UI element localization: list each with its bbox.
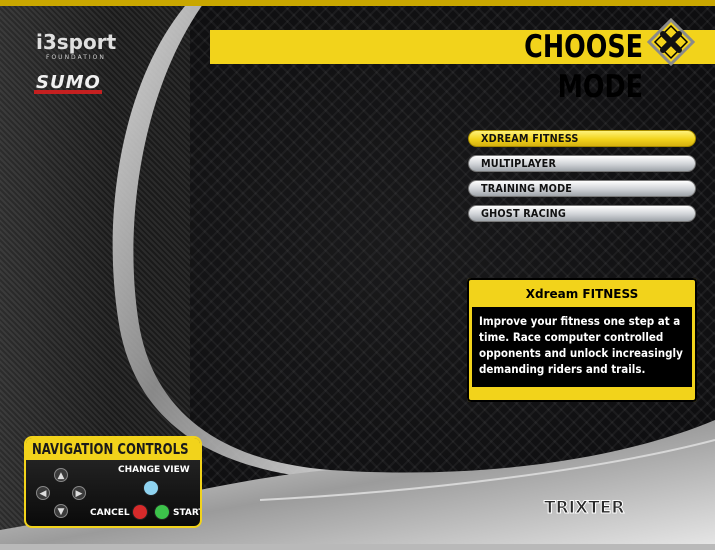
x-diamond-icon: [647, 18, 695, 66]
trixter-logo: TRIXTER: [544, 498, 625, 519]
arrow-up-icon[interactable]: ▲: [54, 468, 68, 482]
trixter-logo-text: TRIXTER: [544, 498, 624, 518]
i3sport-logo-sub: FOUNDATION: [46, 54, 106, 61]
menu-item-ghost-racing[interactable]: GHOST RACING: [468, 205, 696, 222]
navigation-controls-title: NAVIGATION CONTROLS: [26, 438, 200, 460]
arrow-down-icon[interactable]: ▼: [54, 504, 68, 518]
page-title: CHOOSE MODE: [524, 29, 643, 105]
arrow-right-icon[interactable]: ▶: [72, 486, 86, 500]
menu-item-training-mode[interactable]: TRAINING MODE: [468, 180, 696, 197]
navigation-controls-title-text: NAVIGATION CONTROLS: [32, 440, 189, 458]
mode-menu: XDREAM FITNESS MULTIPLAYER TRAINING MODE…: [468, 130, 696, 230]
start-label: START: [173, 508, 202, 518]
i3sport-logo: i3sport: [36, 30, 117, 54]
cancel-button[interactable]: [132, 504, 148, 520]
menu-item-xdream-fitness[interactable]: XDREAM FITNESS: [468, 130, 696, 147]
arrow-left-icon[interactable]: ◀: [36, 486, 50, 500]
mode-description-panel: Xdream FITNESS Improve your fitness one …: [467, 278, 697, 402]
cancel-label: CANCEL: [90, 508, 130, 518]
start-button[interactable]: [154, 504, 170, 520]
menu-item-label: MULTIPLAYER: [481, 157, 557, 170]
description-title: Xdream FITNESS: [525, 287, 639, 301]
navigation-controls-panel: NAVIGATION CONTROLS ▲ ◀ ▶ ▼ CHANGE VIEW …: [24, 436, 202, 528]
game-screen: i3sport FOUNDATION SUMO CHOOSE MODE XDRE…: [0, 0, 715, 550]
description-body: Improve your fitness one step at a time.…: [479, 314, 683, 376]
sumo-logo-bar: [34, 90, 102, 94]
change-view-label: CHANGE VIEW: [118, 465, 190, 475]
menu-item-label: TRAINING MODE: [481, 182, 573, 195]
menu-item-multiplayer[interactable]: MULTIPLAYER: [468, 155, 696, 172]
menu-item-label: GHOST RACING: [481, 207, 567, 220]
change-view-button[interactable]: [143, 480, 159, 496]
description-body-box: Improve your fitness one step at a time.…: [472, 307, 692, 387]
menu-item-label: XDREAM FITNESS: [481, 132, 579, 145]
